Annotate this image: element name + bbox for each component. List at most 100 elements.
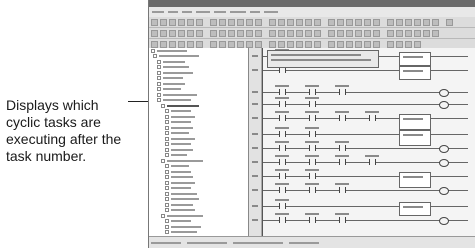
toolbar-button[interactable] bbox=[287, 18, 294, 26]
toolbar-button[interactable] bbox=[387, 18, 394, 26]
menu-item[interactable] bbox=[196, 11, 210, 13]
toolbar-button[interactable] bbox=[246, 18, 253, 26]
toolbar-button[interactable] bbox=[228, 29, 235, 37]
function-block[interactable] bbox=[399, 130, 431, 146]
contact-symbol[interactable] bbox=[309, 159, 316, 165]
toolbar-button[interactable] bbox=[151, 29, 158, 37]
toolbar-button[interactable] bbox=[373, 18, 380, 26]
toolbar-button[interactable] bbox=[305, 40, 312, 48]
toolbar-button[interactable] bbox=[423, 18, 430, 26]
toolbar-button[interactable] bbox=[196, 29, 203, 37]
toolbar-button[interactable] bbox=[278, 29, 285, 37]
menu-item[interactable] bbox=[264, 11, 278, 13]
coil-symbol[interactable] bbox=[439, 187, 449, 195]
toolbar-button[interactable] bbox=[269, 18, 276, 26]
contact-symbol[interactable] bbox=[369, 115, 376, 121]
toolbar-button[interactable] bbox=[373, 29, 380, 37]
contact-symbol[interactable] bbox=[309, 115, 316, 121]
toolbar-button[interactable] bbox=[228, 40, 235, 48]
coil-symbol[interactable] bbox=[439, 217, 449, 225]
toolbar-button[interactable] bbox=[328, 29, 335, 37]
function-block[interactable] bbox=[399, 66, 431, 80]
toolbar-button[interactable] bbox=[405, 40, 412, 48]
toolbar-button[interactable] bbox=[296, 40, 303, 48]
toolbar-button[interactable] bbox=[328, 18, 335, 26]
toolbar-button[interactable] bbox=[414, 18, 421, 26]
toolbar-button[interactable] bbox=[423, 29, 430, 37]
contact-symbol[interactable] bbox=[279, 101, 286, 107]
toolbar-button[interactable] bbox=[246, 40, 253, 48]
toolbar-button[interactable] bbox=[178, 29, 185, 37]
toolbar-button[interactable] bbox=[305, 29, 312, 37]
contact-symbol[interactable] bbox=[279, 145, 286, 151]
contact-symbol[interactable] bbox=[339, 187, 346, 193]
toolbar-button[interactable] bbox=[160, 40, 167, 48]
toolbar-button[interactable] bbox=[364, 29, 371, 37]
contact-symbol[interactable] bbox=[279, 173, 286, 179]
contact-symbol[interactable] bbox=[309, 173, 316, 179]
function-block[interactable] bbox=[399, 172, 431, 188]
toolbar-button[interactable] bbox=[187, 29, 194, 37]
toolbar-button[interactable] bbox=[196, 18, 203, 26]
menu-item[interactable] bbox=[214, 11, 226, 13]
contact-symbol[interactable] bbox=[309, 131, 316, 137]
toolbar-button[interactable] bbox=[446, 18, 453, 26]
menu-item[interactable] bbox=[168, 11, 178, 13]
menu-item[interactable] bbox=[182, 11, 192, 13]
contact-symbol[interactable] bbox=[339, 159, 346, 165]
contact-symbol[interactable] bbox=[309, 217, 316, 223]
toolbar-button[interactable] bbox=[287, 40, 294, 48]
toolbar-button[interactable] bbox=[337, 29, 344, 37]
toolbar-button[interactable] bbox=[305, 18, 312, 26]
toolbar-button[interactable] bbox=[355, 18, 362, 26]
toolbar-button[interactable] bbox=[160, 29, 167, 37]
toolbar-button[interactable] bbox=[346, 29, 353, 37]
contact-symbol[interactable] bbox=[339, 217, 346, 223]
toolbar-button[interactable] bbox=[210, 29, 217, 37]
contact-symbol[interactable] bbox=[309, 89, 316, 95]
toolbar-button[interactable] bbox=[328, 40, 335, 48]
toolbar-button[interactable] bbox=[346, 40, 353, 48]
coil-symbol[interactable] bbox=[439, 101, 449, 109]
toolbar-button[interactable] bbox=[237, 29, 244, 37]
toolbar-button[interactable] bbox=[210, 40, 217, 48]
toolbar-button[interactable] bbox=[396, 18, 403, 26]
toolbar-button[interactable] bbox=[355, 40, 362, 48]
toolbar-button[interactable] bbox=[228, 18, 235, 26]
toolbar-button[interactable] bbox=[160, 18, 167, 26]
function-block[interactable] bbox=[399, 202, 431, 216]
toolbar-button[interactable] bbox=[396, 29, 403, 37]
menu-item[interactable] bbox=[152, 11, 164, 13]
toolbar-button[interactable] bbox=[151, 40, 158, 48]
toolbar-button[interactable] bbox=[296, 29, 303, 37]
toolbar-button[interactable] bbox=[414, 29, 421, 37]
toolbar-button[interactable] bbox=[364, 40, 371, 48]
toolbar-button[interactable] bbox=[278, 18, 285, 26]
toolbar-button[interactable] bbox=[169, 29, 176, 37]
coil-symbol[interactable] bbox=[439, 159, 449, 167]
contact-symbol[interactable] bbox=[279, 115, 286, 121]
toolbar-button[interactable] bbox=[269, 40, 276, 48]
toolbar-button[interactable] bbox=[178, 18, 185, 26]
toolbar-button[interactable] bbox=[169, 18, 176, 26]
toolbar-button[interactable] bbox=[237, 40, 244, 48]
contact-symbol[interactable] bbox=[279, 159, 286, 165]
toolbar-button[interactable] bbox=[255, 40, 262, 48]
toolbar-button[interactable] bbox=[355, 29, 362, 37]
toolbar-button[interactable] bbox=[255, 18, 262, 26]
toolbar-button[interactable] bbox=[178, 40, 185, 48]
toolbar-button[interactable] bbox=[196, 40, 203, 48]
toolbar-button[interactable] bbox=[346, 18, 353, 26]
toolbar-button[interactable] bbox=[287, 29, 294, 37]
toolbar-button[interactable] bbox=[414, 40, 421, 48]
contact-symbol[interactable] bbox=[369, 159, 376, 165]
coil-symbol[interactable] bbox=[439, 89, 449, 97]
project-tree-panel[interactable] bbox=[149, 48, 249, 237]
ladder-editor[interactable] bbox=[249, 48, 475, 237]
toolbar-button[interactable] bbox=[278, 40, 285, 48]
toolbar-button[interactable] bbox=[269, 29, 276, 37]
toolbar-button[interactable] bbox=[405, 29, 412, 37]
menu-item[interactable] bbox=[250, 11, 260, 13]
contact-symbol[interactable] bbox=[279, 203, 286, 209]
toolbar-button[interactable] bbox=[219, 40, 226, 48]
